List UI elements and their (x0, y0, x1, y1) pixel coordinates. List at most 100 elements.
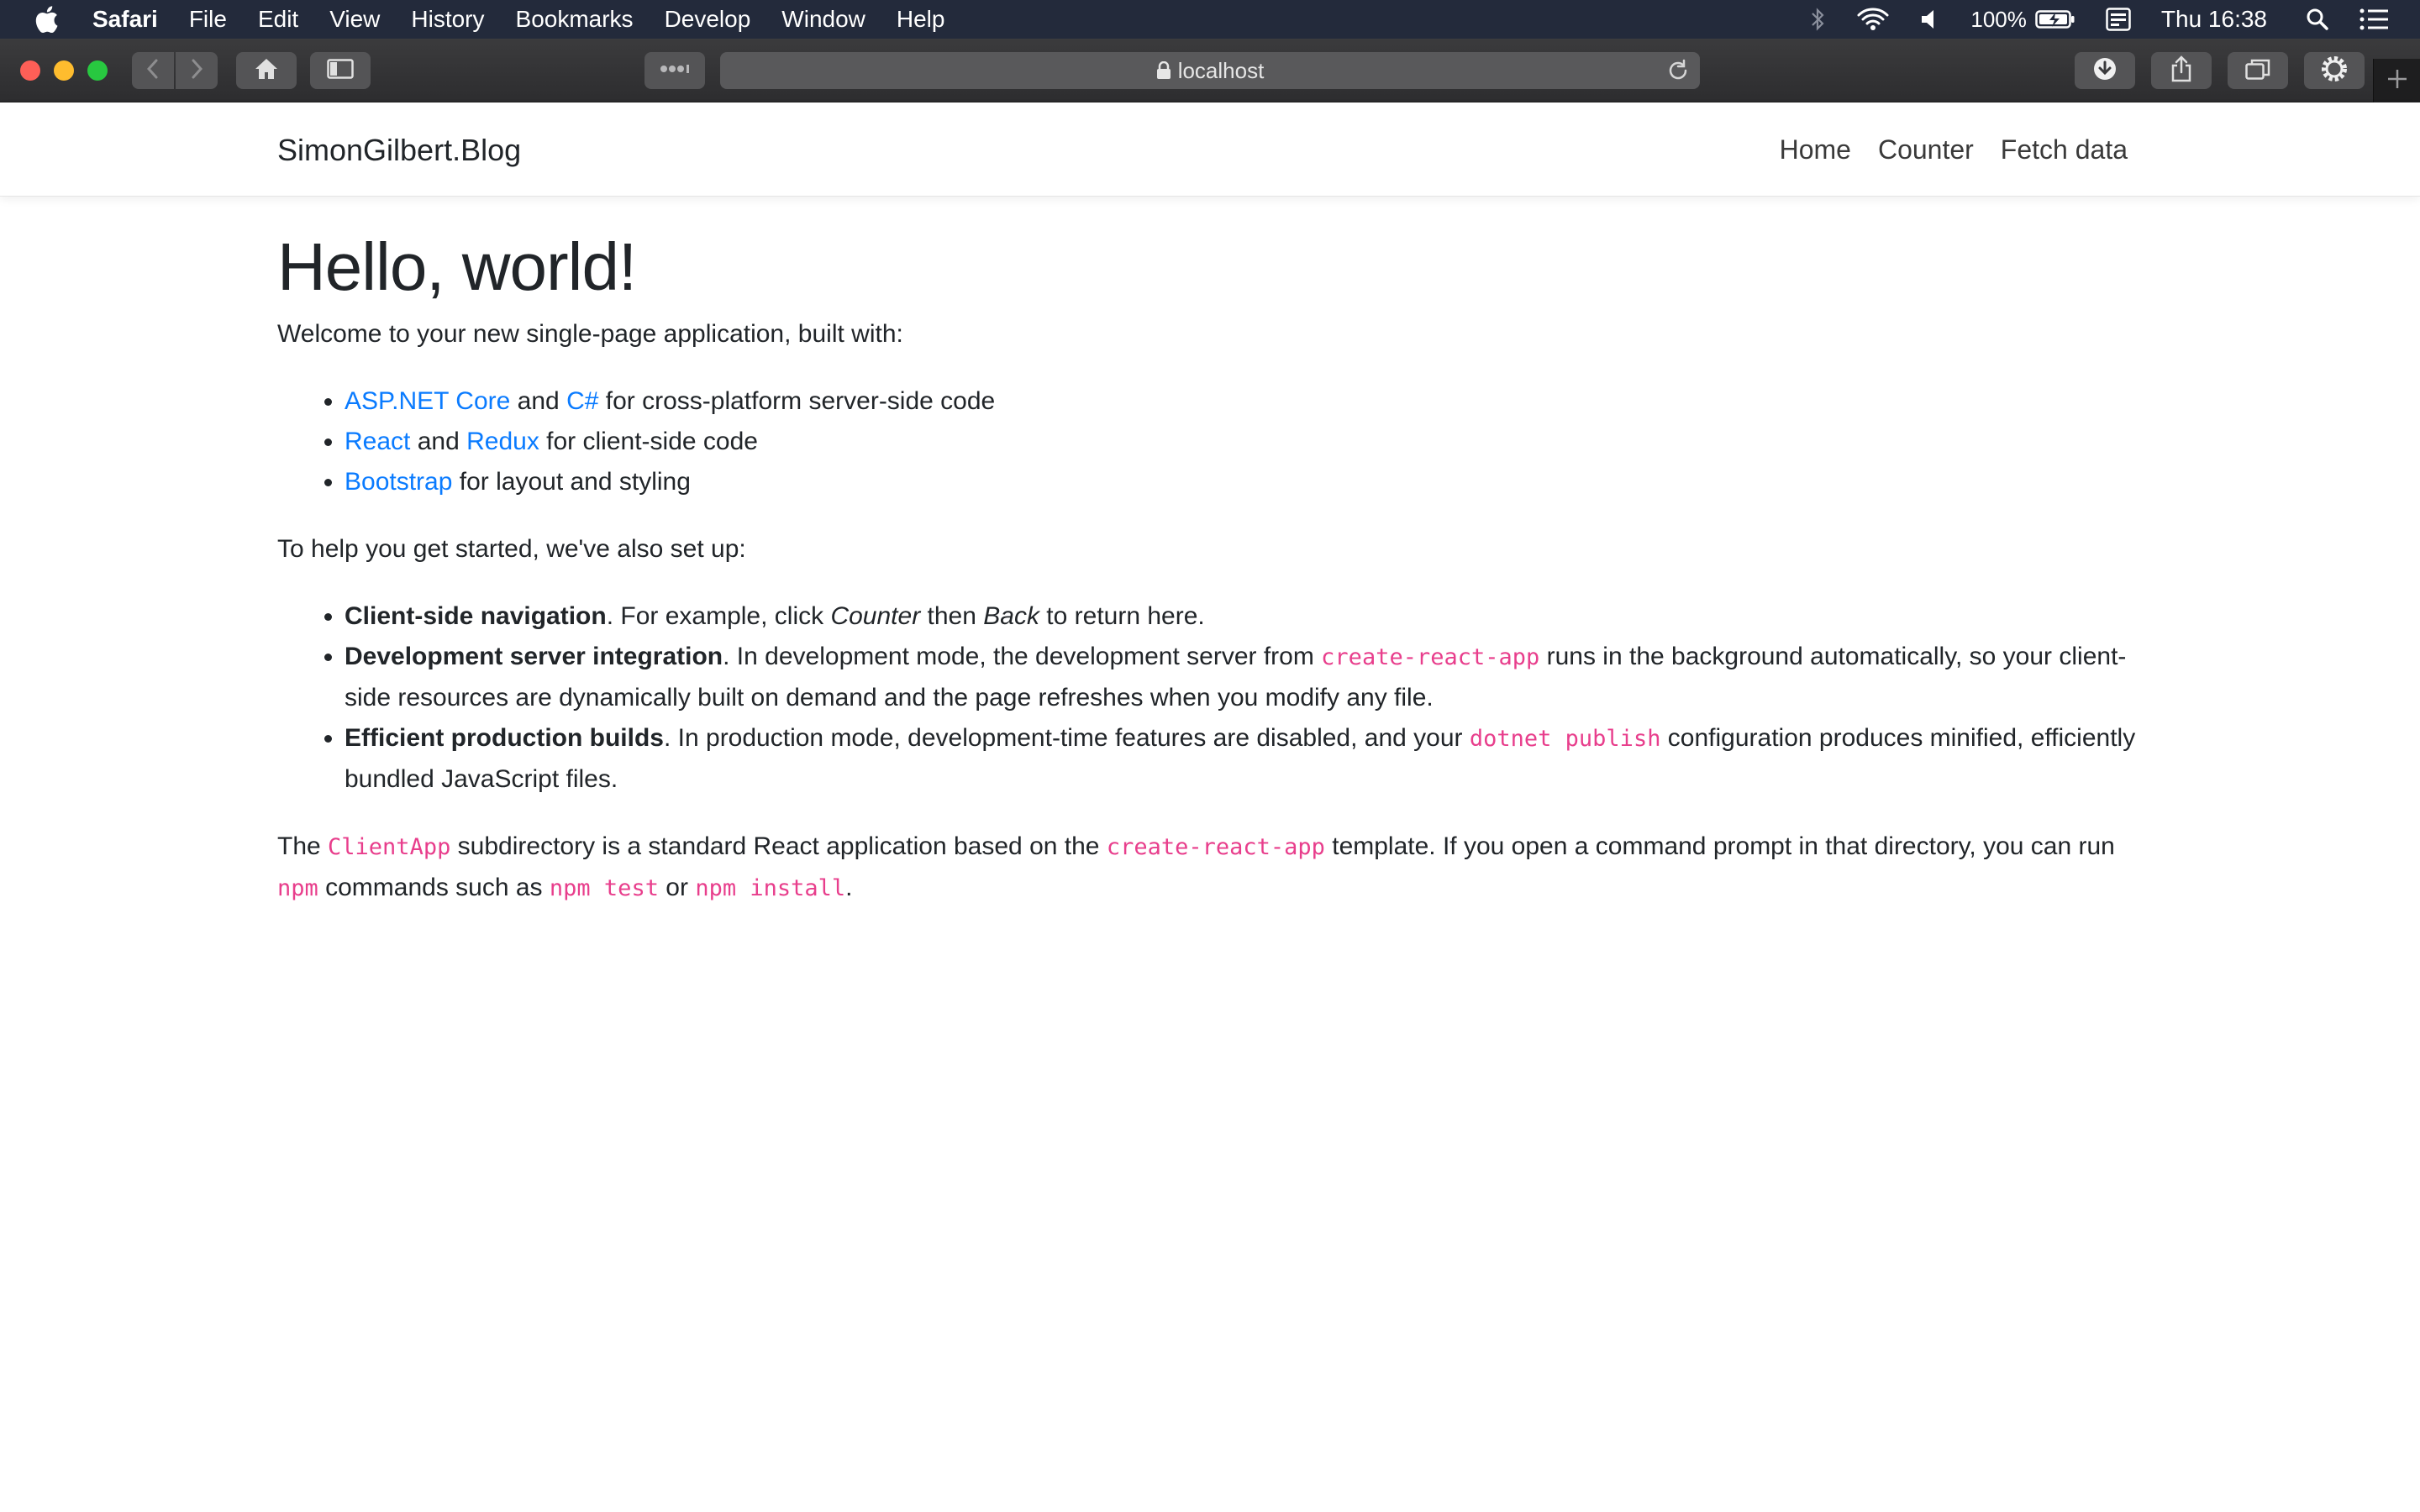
wifi-icon[interactable] (1856, 7, 1890, 32)
list-text: then (920, 602, 984, 630)
menu-bookmarks[interactable]: Bookmarks (516, 6, 634, 33)
address-text: localhost (1177, 57, 1265, 83)
lock-icon (1156, 61, 1171, 80)
sidebar-toggle-button[interactable] (310, 52, 371, 89)
address-bar[interactable]: localhost (720, 52, 1700, 89)
list-text: to return here. (1039, 602, 1205, 630)
list-text: for layout and styling (452, 468, 691, 496)
list-item-title: Efficient production builds (345, 724, 664, 752)
menu-help[interactable]: Help (897, 6, 945, 33)
ellipsis-icon (660, 63, 690, 78)
favorites-overflow-button[interactable] (644, 52, 705, 89)
nav-link-counter[interactable]: Counter (1878, 134, 1974, 165)
csharp-link[interactable]: C# (566, 387, 598, 415)
aspnet-core-link[interactable]: ASP.NET Core (345, 387, 510, 415)
footer-paragraph: The ClientApp subdirectory is a standard… (277, 827, 2143, 909)
site-brand-link[interactable]: SimonGilbert.Blog (277, 133, 521, 168)
menu-history[interactable]: History (411, 6, 484, 33)
menu-bar-status-area: 100% Thu 16:38 (1809, 0, 2420, 39)
reload-icon[interactable] (1666, 59, 1690, 82)
list-text: . In production mode, development-time f… (663, 724, 1470, 752)
menu-view[interactable]: View (329, 6, 380, 33)
spotlight-search-icon[interactable] (2306, 8, 2329, 31)
inline-code: create-react-app (1106, 834, 1325, 860)
main-content: Hello, world! Welcome to your new single… (277, 227, 2143, 936)
paragraph-text: commands such as (318, 874, 550, 901)
bluetooth-icon[interactable] (1809, 7, 1826, 32)
redux-link[interactable]: Redux (466, 428, 539, 455)
gear-icon (2319, 54, 2349, 88)
forward-button[interactable] (176, 52, 218, 89)
menu-file[interactable]: File (189, 6, 227, 33)
site-navbar: SimonGilbert.Blog Home Counter Fetch dat… (0, 102, 2420, 197)
sidebar-icon (327, 58, 354, 83)
menu-app-safari[interactable]: Safari (92, 6, 158, 33)
nav-link-fetch-data[interactable]: Fetch data (2001, 134, 2128, 165)
list-item-title: Client-side navigation (345, 602, 607, 630)
share-icon (2170, 55, 2192, 87)
notification-center-icon[interactable] (2360, 8, 2390, 30)
downloads-button[interactable] (2075, 52, 2135, 89)
show-all-tabs-button[interactable] (2228, 52, 2288, 89)
chevron-left-icon (145, 58, 160, 84)
volume-icon[interactable] (1920, 8, 1940, 30)
fullscreen-window-button[interactable] (87, 60, 108, 81)
list-item: Development server integration. In devel… (345, 637, 2143, 718)
chevron-right-icon (189, 58, 204, 84)
list-item: Client-side navigation. For example, cli… (345, 596, 2143, 637)
list-item: ASP.NET Core and C# for cross-platform s… (345, 381, 2143, 422)
macos-menu-bar: Safari File Edit View History Bookmarks … (0, 0, 2420, 39)
intro-paragraph: Welcome to your new single-page applicat… (277, 320, 903, 348)
tabs-overview-icon (2245, 58, 2270, 84)
plus-icon (2386, 68, 2408, 94)
list-item: Bootstrap for layout and styling (345, 462, 2143, 502)
menu-develop[interactable]: Develop (665, 6, 751, 33)
built-with-list: ASP.NET Core and C# for cross-platform s… (345, 381, 2143, 502)
share-button[interactable] (2151, 52, 2212, 89)
minimize-window-button[interactable] (54, 60, 74, 81)
nav-link-home[interactable]: Home (1780, 134, 1851, 165)
paragraph-text: subdirectory is a standard React applica… (450, 832, 1107, 860)
new-tab-button[interactable] (2373, 59, 2420, 102)
extension-button[interactable] (2304, 52, 2365, 89)
apple-icon[interactable] (34, 5, 59, 34)
react-link[interactable]: React (345, 428, 410, 455)
battery-charging-icon[interactable] (2035, 8, 2075, 30)
inline-code: npm (277, 875, 318, 901)
emphasis-text: Counter (830, 602, 921, 630)
list-text: and (510, 387, 567, 415)
inline-code: create-react-app (1321, 644, 1540, 670)
close-window-button[interactable] (20, 60, 40, 81)
list-item: React and Redux for client-side code (345, 422, 2143, 462)
bootstrap-link[interactable]: Bootstrap (345, 468, 452, 496)
menu-window[interactable]: Window (781, 6, 865, 33)
inline-code: ClientApp (328, 834, 451, 860)
back-button[interactable] (132, 52, 174, 89)
inline-code: npm install (695, 875, 846, 901)
home-button[interactable] (236, 52, 297, 89)
list-item-title: Development server integration (345, 643, 723, 670)
list-text: for client-side code (539, 428, 758, 455)
list-item: Efficient production builds. In producti… (345, 718, 2143, 800)
menu-edit[interactable]: Edit (258, 6, 298, 33)
list-text: . In development mode, the development s… (723, 643, 1322, 670)
paragraph-text: template. If you open a command prompt i… (1324, 832, 2115, 860)
paragraph-text: The (277, 832, 329, 860)
emphasis-text: Back (983, 602, 1039, 630)
battery-percentage: 100% (1970, 6, 2027, 32)
input-source-icon[interactable] (2106, 8, 2131, 31)
paragraph-text: or (658, 874, 696, 901)
setup-list: Client-side navigation. For example, cli… (345, 596, 2143, 800)
inline-code: npm test (549, 875, 659, 901)
inline-code: dotnet publish (1469, 726, 1661, 752)
paragraph-text: . (845, 874, 853, 901)
home-icon (254, 57, 279, 85)
menu-bar-clock[interactable]: Thu 16:38 (2161, 6, 2267, 33)
safari-toolbar: localhost (0, 39, 2420, 102)
page-title: Hello, world! (277, 229, 637, 304)
list-text: and (410, 428, 467, 455)
download-icon (2092, 56, 2118, 86)
list-text: . For example, click (606, 602, 831, 630)
site-nav: Home Counter Fetch data (1753, 134, 2128, 165)
list-text: for cross-platform server-side code (598, 387, 996, 415)
